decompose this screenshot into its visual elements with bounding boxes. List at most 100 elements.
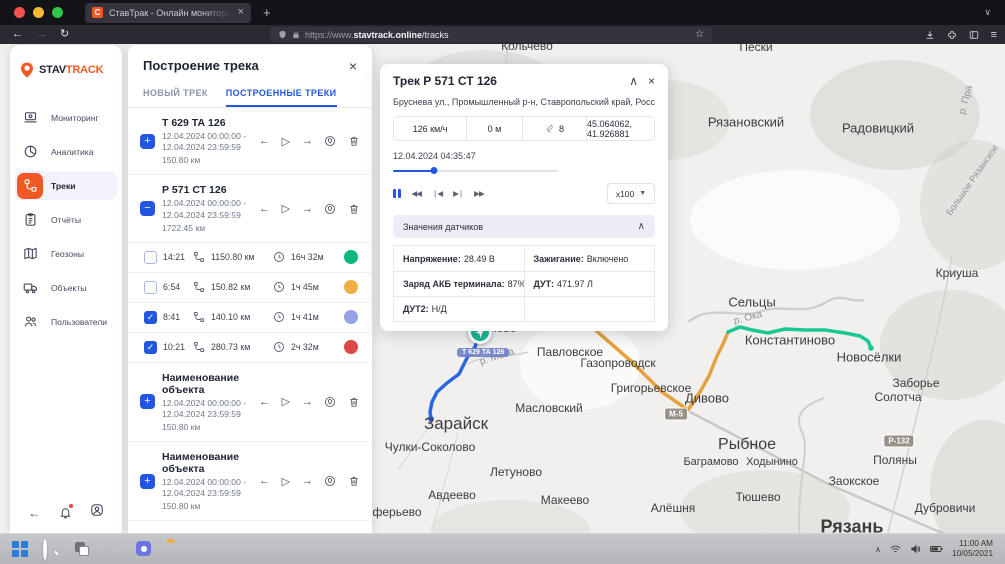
locate-track-button[interactable] bbox=[324, 475, 336, 487]
play-track-button[interactable]: ▷ bbox=[282, 475, 290, 488]
locate-track-button[interactable] bbox=[324, 135, 336, 147]
delete-track-button[interactable] bbox=[348, 475, 360, 487]
close-window-button[interactable] bbox=[14, 7, 25, 18]
timeline-handle[interactable] bbox=[431, 167, 438, 174]
track-segment-row[interactable]: 6:54 150.82 км 1ч 45м bbox=[128, 272, 372, 302]
stavtrack-logo[interactable]: STAVTRACK bbox=[10, 45, 122, 79]
sidebar-item-objects[interactable]: Объекты bbox=[15, 273, 117, 302]
lock-icon[interactable] bbox=[292, 31, 300, 39]
reload-button[interactable]: ↻ bbox=[60, 29, 69, 40]
sidebar-item-tracks[interactable]: Треки bbox=[15, 171, 117, 200]
speed-value: 126 км/ч bbox=[394, 117, 466, 140]
monitor-icon bbox=[17, 105, 43, 131]
rewind-button[interactable]: ◀◀ bbox=[412, 189, 422, 198]
next-point-button[interactable]: → bbox=[302, 203, 313, 215]
track-segment-row[interactable]: ✓ 8:41 140.10 км 1ч 41м bbox=[128, 302, 372, 332]
tab-built-tracks[interactable]: ПОСТРОЕННЫЕ ТРЕКИ bbox=[226, 82, 337, 107]
tray-expand-chevron[interactable]: ∧ bbox=[875, 545, 881, 554]
segment-checkbox[interactable] bbox=[144, 251, 157, 264]
menu-button[interactable]: ≡ bbox=[991, 29, 997, 41]
taskbar-search-button[interactable] bbox=[43, 541, 59, 557]
taskbar-chat-icon[interactable] bbox=[136, 541, 152, 557]
browser-tab[interactable]: С СтавТрак - Онлайн мониторин × bbox=[85, 3, 251, 23]
track-segment-row[interactable]: ✓ 10:21 280.73 км 2ч 32м bbox=[128, 332, 372, 362]
collapse-panel-button[interactable]: ∧ bbox=[629, 75, 638, 87]
file-explorer-button[interactable] bbox=[167, 541, 183, 557]
back-button[interactable]: ← bbox=[12, 29, 23, 40]
taskbar-clock[interactable]: 11:00 AM 10/05/2021 bbox=[952, 539, 993, 560]
sidebar-item-monitor[interactable]: Мониторинг bbox=[15, 103, 117, 132]
delete-track-button[interactable] bbox=[348, 135, 360, 147]
bookmark-star-icon[interactable]: ☆ bbox=[695, 29, 704, 40]
vehicle-plate-badge[interactable]: Т 629 ТА 126 bbox=[457, 348, 509, 357]
prev-point-button[interactable]: ← bbox=[259, 475, 270, 487]
forward-button[interactable]: → bbox=[36, 29, 47, 40]
delete-track-button[interactable] bbox=[348, 396, 360, 408]
volume-icon[interactable] bbox=[910, 544, 921, 554]
task-view-button[interactable] bbox=[74, 541, 90, 557]
taskbar-edge-icon[interactable] bbox=[198, 541, 214, 557]
tab-new-track[interactable]: НОВЫЙ ТРЕК bbox=[143, 82, 208, 107]
collapse-sidebar-button[interactable]: ← bbox=[28, 506, 40, 520]
sidebar-item-reports[interactable]: Отчёты bbox=[15, 205, 117, 234]
tab-list-chevron[interactable]: ∨ bbox=[984, 7, 991, 18]
sidebar-item-label: Отчёты bbox=[51, 215, 81, 225]
downloads-button[interactable] bbox=[925, 30, 935, 40]
locate-track-button[interactable] bbox=[324, 396, 336, 408]
altitude-value: 0 м bbox=[466, 117, 522, 140]
prev-point-button[interactable]: ← bbox=[259, 135, 270, 147]
next-point-button[interactable]: → bbox=[302, 135, 313, 147]
notifications-button[interactable] bbox=[59, 506, 72, 519]
prev-point-button[interactable]: ← bbox=[259, 203, 270, 215]
tracking-protection-shield-icon[interactable] bbox=[278, 30, 287, 39]
battery-icon[interactable] bbox=[930, 545, 943, 553]
track-segment-row[interactable]: 14:21 1150.80 км 16ч 32м bbox=[128, 242, 372, 272]
segment-checkbox[interactable]: ✓ bbox=[144, 341, 157, 354]
play-track-button[interactable]: ▷ bbox=[282, 135, 290, 148]
step-forward-button[interactable]: ▶❘ bbox=[453, 189, 463, 198]
sensors-section-header[interactable]: Значения датчиков ∧ bbox=[393, 215, 655, 238]
start-button[interactable] bbox=[12, 541, 28, 557]
next-point-button[interactable]: → bbox=[302, 475, 313, 487]
wifi-icon[interactable] bbox=[890, 545, 901, 554]
tab-close-button[interactable]: × bbox=[238, 7, 244, 18]
expand-track-button[interactable]: − bbox=[140, 201, 155, 216]
close-panel-button[interactable]: × bbox=[648, 75, 655, 87]
stavtrack-logo-icon bbox=[18, 61, 36, 79]
segment-checkbox[interactable]: ✓ bbox=[144, 311, 157, 324]
segment-distance: 1150.80 км bbox=[211, 252, 267, 262]
minimize-window-button[interactable] bbox=[33, 7, 44, 18]
locate-track-button[interactable] bbox=[324, 203, 336, 215]
extensions-button[interactable] bbox=[947, 30, 957, 40]
prev-point-button[interactable]: ← bbox=[259, 396, 270, 408]
panel-close-button[interactable]: × bbox=[349, 59, 357, 73]
track-distance: 150.80 км bbox=[162, 422, 250, 432]
profile-button[interactable] bbox=[90, 503, 104, 522]
timeline-slider[interactable] bbox=[393, 167, 558, 174]
playback-speed-select[interactable]: x100 ▼ bbox=[607, 183, 655, 204]
taskbar-firefox-icon[interactable] bbox=[105, 541, 121, 557]
new-tab-button[interactable]: + bbox=[263, 5, 271, 20]
track-item: + Т 629 ТА 126 12.04.2024 00:00:00 - 12.… bbox=[128, 108, 372, 175]
expand-track-button[interactable]: + bbox=[140, 134, 155, 149]
maximize-window-button[interactable] bbox=[52, 7, 63, 18]
map-label: Чулки-Соколово bbox=[385, 440, 476, 454]
map-label: Газопроводск bbox=[580, 356, 655, 370]
step-back-button[interactable]: ❘◀ bbox=[432, 189, 442, 198]
sidebar-toggle-button[interactable] bbox=[969, 30, 979, 40]
sensor-cell: Зажигание:Включено bbox=[524, 246, 655, 271]
segment-checkbox[interactable] bbox=[144, 281, 157, 294]
sidebar-item-geozones[interactable]: Геозоны bbox=[15, 239, 117, 268]
sidebar-item-users[interactable]: Пользователи bbox=[15, 307, 117, 336]
expand-track-button[interactable]: + bbox=[140, 474, 155, 489]
play-track-button[interactable]: ▷ bbox=[282, 395, 290, 408]
sidebar-item-analytics[interactable]: Аналитика bbox=[15, 137, 117, 166]
delete-track-button[interactable] bbox=[348, 203, 360, 215]
play-track-button[interactable]: ▷ bbox=[282, 202, 290, 215]
url-bar[interactable]: https://www.stavtrack.online/tracks ☆ bbox=[270, 27, 712, 42]
pause-button[interactable] bbox=[393, 189, 401, 198]
expand-track-button[interactable]: + bbox=[140, 394, 155, 409]
next-point-button[interactable]: → bbox=[302, 396, 313, 408]
segment-duration: 16ч 32м bbox=[291, 252, 338, 262]
fast-forward-button[interactable]: ▶▶ bbox=[474, 189, 484, 198]
